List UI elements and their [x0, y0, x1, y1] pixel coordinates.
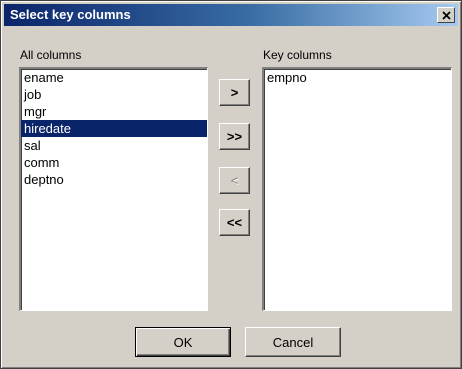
list-item[interactable]: mgr	[21, 103, 207, 120]
list-item[interactable]: empno	[264, 69, 451, 86]
all-columns-label: All columns	[20, 48, 82, 62]
list-item[interactable]: sal	[21, 137, 207, 154]
list-item[interactable]: ename	[21, 69, 207, 86]
key-columns-list[interactable]: empno	[262, 67, 452, 311]
list-item[interactable]: deptno	[21, 171, 207, 188]
remove-column-button[interactable]: <	[219, 167, 250, 194]
close-button[interactable]	[437, 7, 455, 23]
key-columns-label: Key columns	[263, 48, 332, 62]
add-column-button[interactable]: >	[219, 79, 250, 106]
select-key-columns-dialog: Select key columns All columns ename job…	[0, 0, 462, 369]
list-item[interactable]: comm	[21, 154, 207, 171]
close-icon	[441, 10, 451, 20]
ok-button[interactable]: OK	[135, 327, 231, 357]
dialog-title: Select key columns	[10, 7, 131, 22]
list-item-selected[interactable]: hiredate	[21, 120, 207, 137]
list-item[interactable]: job	[21, 86, 207, 103]
remove-all-columns-button[interactable]: <<	[219, 209, 250, 236]
all-columns-list[interactable]: ename job mgr hiredate sal comm deptno	[19, 67, 208, 311]
add-all-columns-button[interactable]: >>	[219, 123, 250, 150]
title-bar[interactable]: Select key columns	[4, 4, 458, 26]
cancel-button[interactable]: Cancel	[245, 327, 341, 357]
